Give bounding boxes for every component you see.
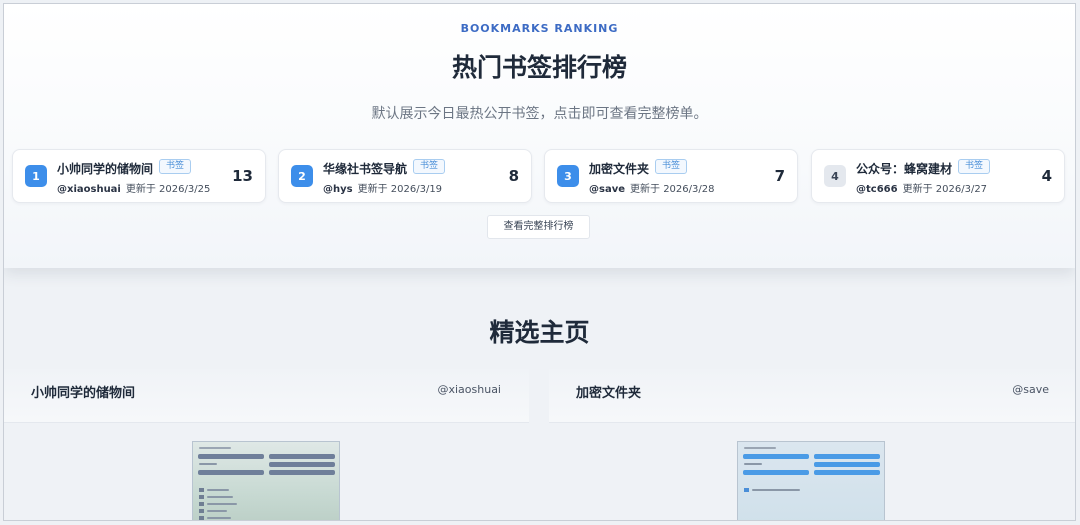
bookmark-updated: 更新于 2026/3/19 bbox=[357, 184, 443, 195]
featured-page-owner: @save bbox=[1012, 383, 1049, 396]
bookmark-meta: @xiaoshuai 更新于 2026/3/25 bbox=[57, 180, 210, 195]
thumb-bar bbox=[198, 454, 264, 459]
bookmark-tag: 书签 bbox=[958, 159, 991, 174]
featured-title: 精选主页 bbox=[489, 318, 590, 347]
bookmark-count: 13 bbox=[232, 167, 253, 185]
featured-page-name: 小帅同学的储物间 bbox=[31, 386, 136, 401]
thumb-bar bbox=[743, 470, 809, 475]
ranking-card-3[interactable]: 3 加密文件夹 书签 @save 更新于 2026/3/28 7 bbox=[544, 149, 798, 203]
bookmark-count: 7 bbox=[774, 167, 785, 185]
featured-page-header: 加密文件夹 @save bbox=[549, 369, 1075, 423]
folder-icon bbox=[199, 516, 204, 520]
featured-page-name: 加密文件夹 bbox=[576, 386, 642, 401]
featured-page-owner: @xiaoshuai bbox=[437, 383, 501, 396]
thumb-line bbox=[752, 489, 800, 491]
rank-badge: 1 bbox=[25, 165, 47, 187]
featured-page-header: 小帅同学的储物间 @xiaoshuai bbox=[4, 369, 529, 423]
view-full-ranking-button[interactable]: 查看完整排行榜 bbox=[487, 215, 590, 239]
thumb-line bbox=[207, 489, 229, 491]
ranking-card-1[interactable]: 1 小帅同学的储物间 书签 @xiaoshuai 更新于 2026/3/25 13 bbox=[12, 149, 266, 203]
bookmark-updated: 更新于 2026/3/25 bbox=[125, 184, 211, 195]
bookmark-updated: 更新于 2026/3/27 bbox=[902, 184, 988, 195]
bookmark-tag: 书签 bbox=[413, 159, 446, 174]
bookmark-name: 华缘社书签导航 bbox=[323, 162, 408, 176]
thumb-line bbox=[207, 496, 233, 498]
thumb-bar bbox=[743, 454, 809, 459]
bookmark-owner: @hys bbox=[323, 184, 353, 195]
ranking-card-4[interactable]: 4 公众号：蜂窝建材 书签 @tc666 更新于 2026/3/27 4 bbox=[811, 149, 1065, 203]
bookmark-name: 公众号：蜂窝建材 bbox=[856, 162, 953, 176]
thumb-line bbox=[207, 517, 231, 519]
featured-page-card[interactable]: 加密文件夹 @save bbox=[549, 369, 1075, 520]
bookmark-owner: @save bbox=[589, 184, 626, 195]
bookmark-updated: 更新于 2026/3/28 bbox=[630, 184, 715, 195]
section-eyebrow: BOOKMARKS RANKING bbox=[460, 22, 619, 35]
bookmark-name: 加密文件夹 bbox=[589, 162, 650, 176]
page-frame: BOOKMARKS RANKING 热门书签排行榜 默认展示今日最热公开书签，点… bbox=[3, 3, 1076, 521]
folder-icon bbox=[744, 488, 749, 492]
rank-badge: 3 bbox=[557, 165, 579, 187]
bookmark-meta: @tc666 更新于 2026/3/27 bbox=[856, 180, 987, 195]
page-preview-thumbnail[interactable] bbox=[737, 441, 885, 520]
ranking-title: 热门书签排行榜 bbox=[451, 53, 627, 82]
thumb-bar bbox=[198, 470, 264, 475]
bookmark-meta: @save 更新于 2026/3/28 bbox=[589, 180, 714, 195]
bookmark-tag: 书签 bbox=[655, 159, 688, 174]
bookmarks-ranking-section: BOOKMARKS RANKING 热门书签排行榜 默认展示今日最热公开书签，点… bbox=[4, 4, 1075, 268]
rank-badge: 2 bbox=[291, 165, 313, 187]
featured-page-card[interactable]: 小帅同学的储物间 @xiaoshuai bbox=[4, 369, 529, 520]
thumb-bar bbox=[269, 470, 335, 475]
page-preview-thumbnail[interactable] bbox=[192, 441, 340, 520]
thumb-line bbox=[744, 463, 762, 465]
bookmark-name: 小帅同学的储物间 bbox=[57, 162, 154, 176]
thumb-bar bbox=[269, 462, 335, 467]
bookmark-count: 4 bbox=[1041, 167, 1052, 185]
bookmark-tag: 书签 bbox=[159, 159, 192, 174]
thumb-title-line bbox=[199, 447, 231, 449]
folder-icon bbox=[199, 509, 204, 513]
ranking-subtitle: 默认展示今日最热公开书签，点击即可查看完整榜单。 bbox=[371, 106, 708, 122]
thumb-line bbox=[207, 503, 237, 505]
bookmark-meta: @hys 更新于 2026/3/19 bbox=[323, 180, 442, 195]
thumb-title-line bbox=[744, 447, 776, 449]
bookmark-count: 8 bbox=[508, 167, 519, 185]
thumb-bar bbox=[814, 462, 880, 467]
thumb-line bbox=[199, 463, 217, 465]
ranking-card-2[interactable]: 2 华缘社书签导航 书签 @hys 更新于 2026/3/19 8 bbox=[278, 149, 532, 203]
bookmark-owner: @xiaoshuai bbox=[57, 184, 121, 195]
folder-icon bbox=[199, 488, 204, 492]
thumb-bar bbox=[814, 454, 880, 459]
folder-icon bbox=[199, 495, 204, 499]
rank-badge: 4 bbox=[824, 165, 846, 187]
bookmark-owner: @tc666 bbox=[856, 184, 898, 195]
thumb-line bbox=[207, 510, 227, 512]
thumb-bar bbox=[814, 470, 880, 475]
folder-icon bbox=[199, 502, 204, 506]
ranking-cards: 1 小帅同学的储物间 书签 @xiaoshuai 更新于 2026/3/25 13… bbox=[12, 149, 1065, 203]
thumb-bar bbox=[269, 454, 335, 459]
